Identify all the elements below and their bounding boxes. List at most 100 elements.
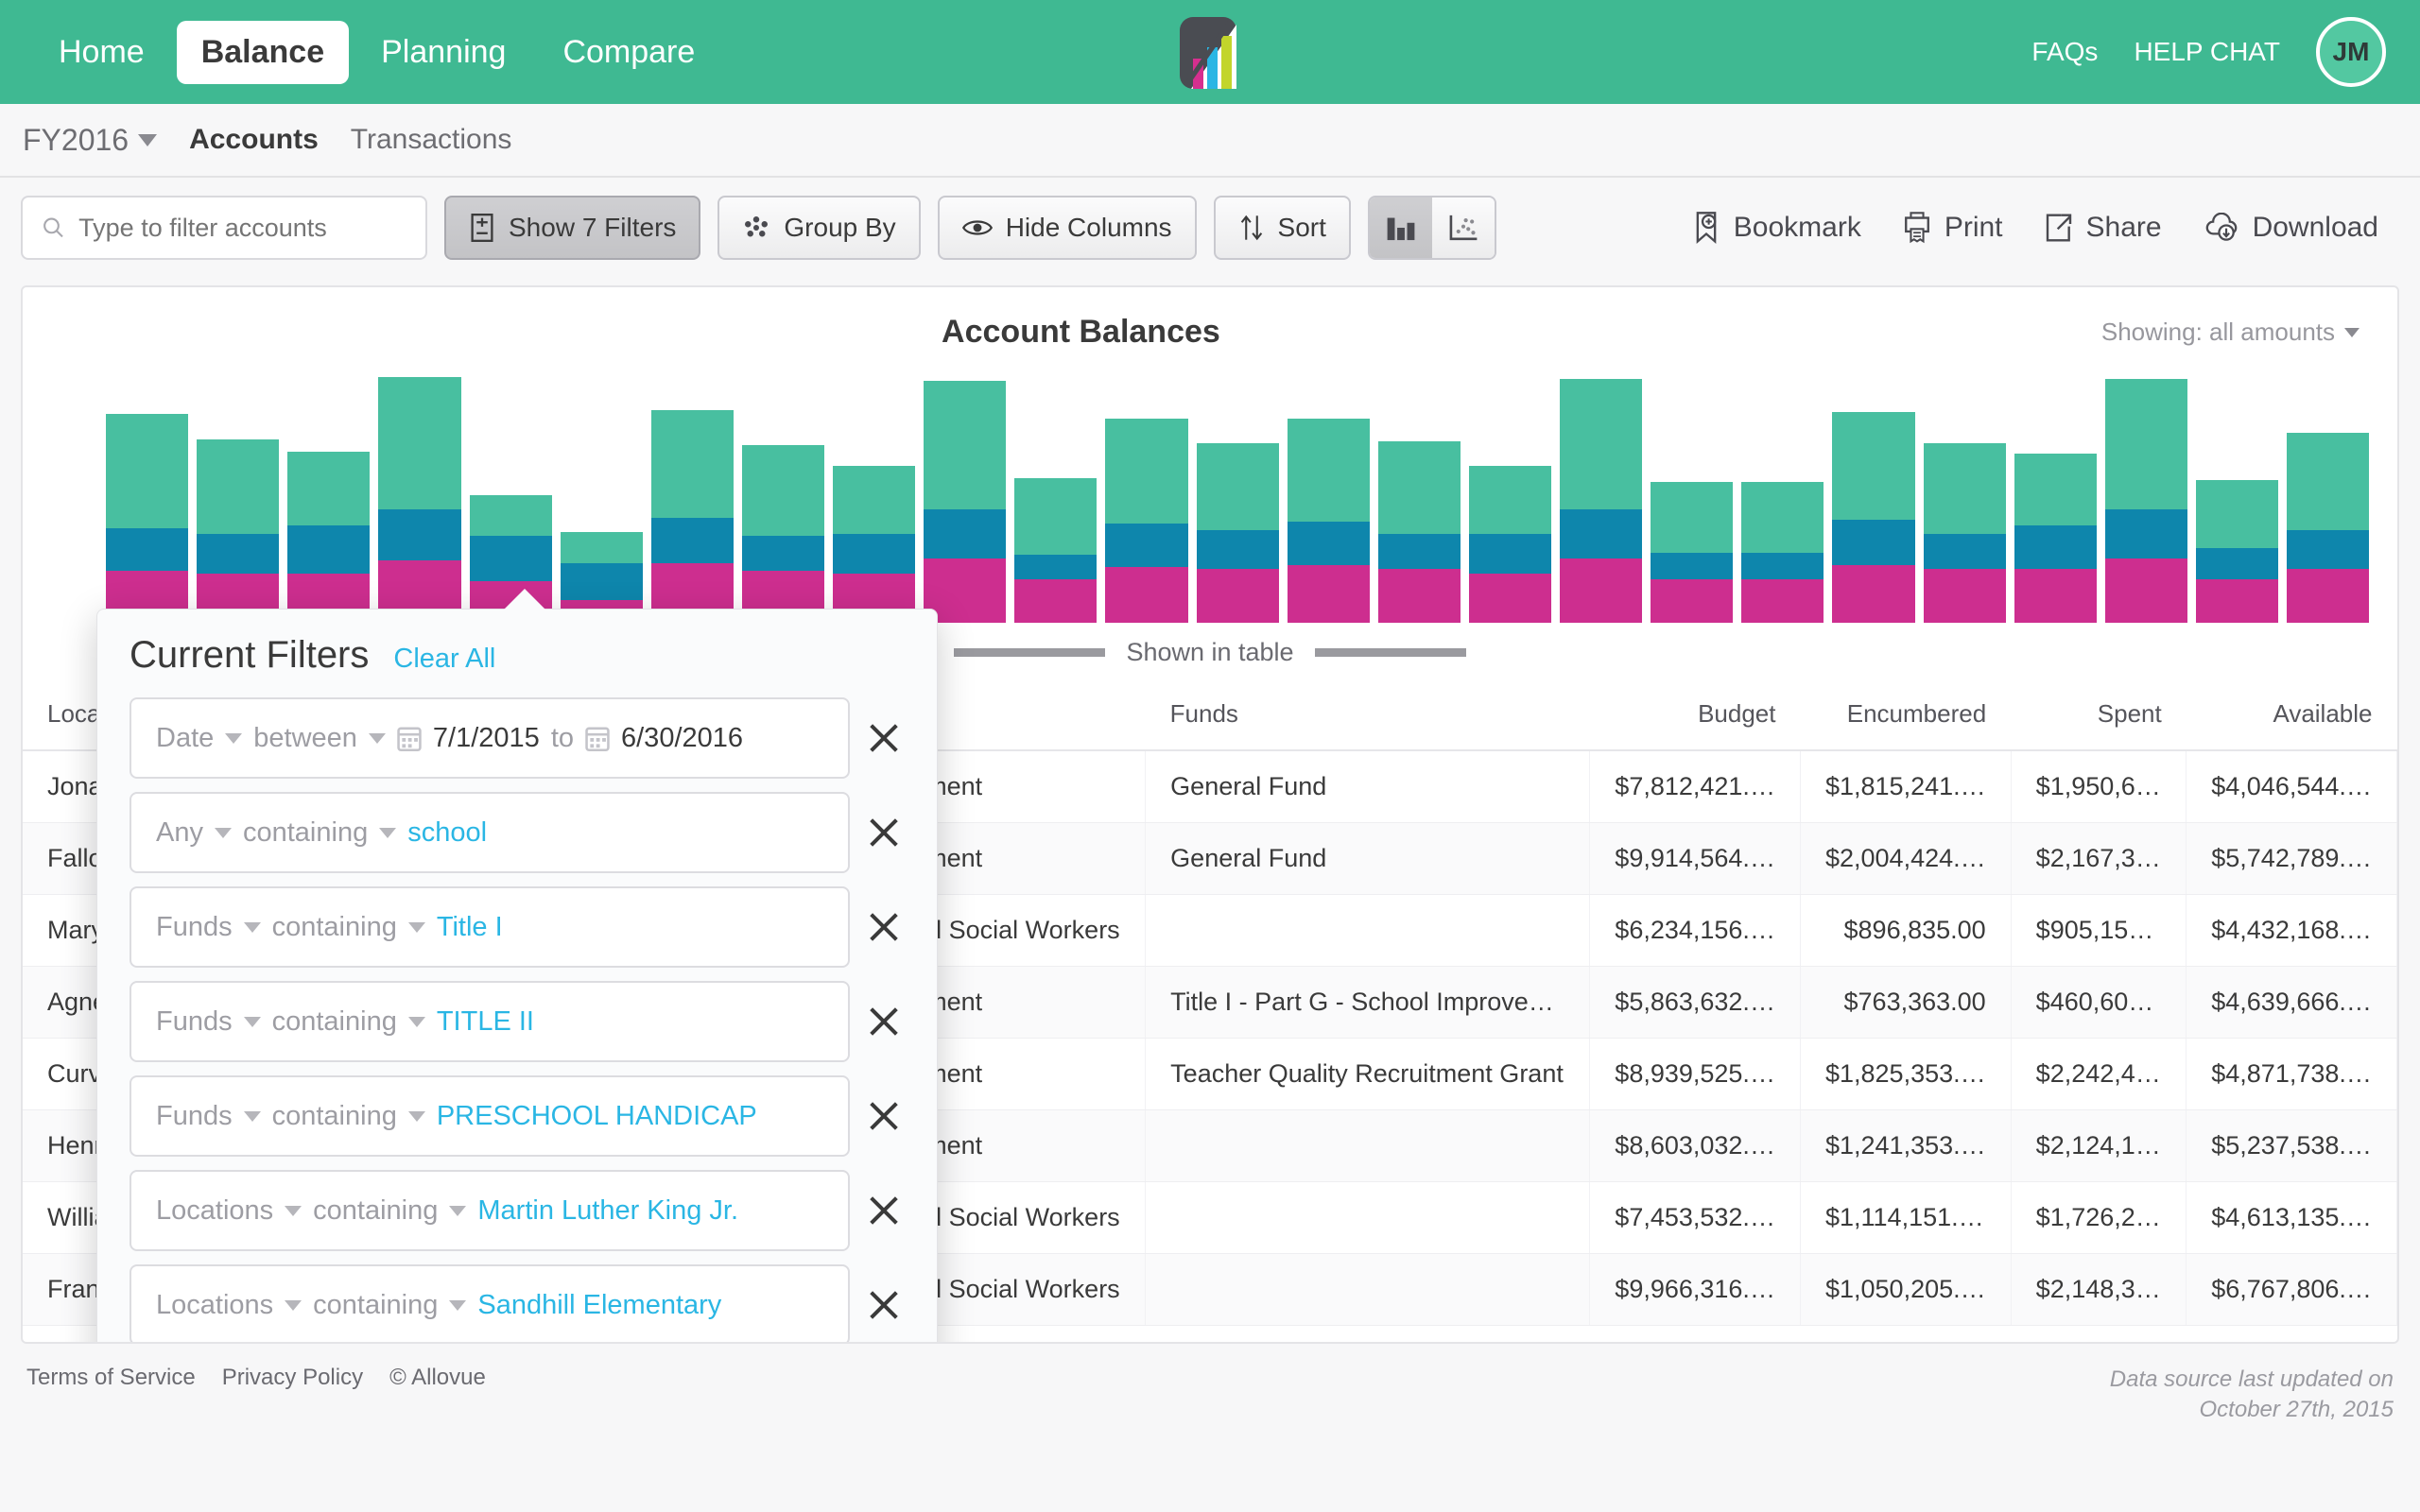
chevron-down-icon[interactable] bbox=[379, 827, 397, 838]
fiscal-year-select[interactable]: FY2016 bbox=[23, 123, 158, 158]
chart-bar[interactable] bbox=[2195, 480, 2278, 623]
remove-filter-button[interactable] bbox=[863, 906, 905, 948]
subnav-item-accounts[interactable]: Accounts bbox=[189, 124, 319, 156]
remove-filter-button[interactable] bbox=[863, 1001, 905, 1042]
chevron-down-icon[interactable] bbox=[214, 827, 232, 838]
column-header-funds[interactable]: Funds bbox=[1145, 679, 1590, 751]
scatter-plot-view-button[interactable] bbox=[1431, 198, 1495, 258]
chart-bar[interactable] bbox=[1014, 478, 1098, 623]
nav-item-home[interactable]: Home bbox=[34, 21, 169, 84]
chart-bar[interactable] bbox=[197, 438, 280, 623]
filter-field-label[interactable]: Locations bbox=[156, 1195, 273, 1227]
sort-button[interactable]: Sort bbox=[1213, 196, 1351, 260]
filter-value[interactable]: Title I bbox=[437, 912, 503, 943]
chevron-down-icon[interactable] bbox=[449, 1205, 467, 1216]
filter-box[interactable]: Locations containing Martin Luther King … bbox=[130, 1170, 850, 1251]
chevron-down-icon[interactable] bbox=[285, 1205, 302, 1216]
filter-operator-label[interactable]: containing bbox=[272, 1006, 397, 1038]
filter-field-label[interactable]: Funds bbox=[156, 1101, 233, 1132]
filter-field-label[interactable]: Funds bbox=[156, 912, 233, 943]
chart-bar[interactable] bbox=[833, 465, 916, 623]
filter-operator-label[interactable]: containing bbox=[272, 1101, 397, 1132]
chart-bar[interactable] bbox=[2287, 433, 2370, 623]
search-box[interactable] bbox=[21, 196, 427, 260]
filter-box[interactable]: Any containing school bbox=[130, 792, 850, 873]
chevron-down-icon[interactable] bbox=[407, 1016, 425, 1027]
print-button[interactable]: Print bbox=[1903, 212, 2003, 244]
chevron-down-icon[interactable] bbox=[243, 1110, 261, 1122]
chart-bar[interactable] bbox=[924, 381, 1007, 623]
remove-filter-button[interactable] bbox=[863, 1284, 905, 1326]
filter-operator-label[interactable]: containing bbox=[272, 912, 397, 943]
chevron-down-icon[interactable] bbox=[449, 1299, 467, 1311]
chart-bar[interactable] bbox=[2104, 379, 2187, 623]
filter-box[interactable]: Funds containing Title I bbox=[130, 886, 850, 968]
filter-operator-label[interactable]: between bbox=[253, 723, 357, 754]
show-filters-button[interactable]: Show 7 Filters bbox=[444, 196, 701, 260]
bookmark-button[interactable]: Bookmark bbox=[1692, 212, 1861, 244]
filter-operator-label[interactable]: containing bbox=[313, 1195, 438, 1227]
filter-value-end[interactable]: 6/30/2016 bbox=[621, 723, 743, 754]
chevron-down-icon[interactable] bbox=[368, 732, 386, 744]
filter-value[interactable]: Martin Luther King Jr. bbox=[477, 1195, 738, 1227]
filter-value[interactable]: PRESCHOOL HANDICAP bbox=[437, 1101, 757, 1132]
chart-bar[interactable] bbox=[1832, 412, 1915, 623]
filter-field-label[interactable]: Date bbox=[156, 723, 214, 754]
chevron-down-icon[interactable] bbox=[407, 1110, 425, 1122]
filter-box[interactable]: Locations containing Sandhill Elementary bbox=[130, 1264, 850, 1342]
chart-bar[interactable] bbox=[378, 377, 461, 623]
chart-bar[interactable] bbox=[650, 409, 734, 623]
group-by-button[interactable]: Group By bbox=[717, 196, 921, 260]
remove-filter-button[interactable] bbox=[863, 1190, 905, 1231]
filter-field-label[interactable]: Locations bbox=[156, 1290, 273, 1321]
privacy-policy-link[interactable]: Privacy Policy bbox=[222, 1365, 363, 1391]
column-header-encumbered[interactable]: Encumbered bbox=[1800, 679, 2012, 751]
chevron-down-icon[interactable] bbox=[225, 732, 243, 744]
help-chat-link[interactable]: HELP CHAT bbox=[2134, 37, 2280, 67]
filter-field-label[interactable]: Any bbox=[156, 817, 203, 849]
chart-bar[interactable] bbox=[2014, 453, 2097, 623]
subnav-item-transactions[interactable]: Transactions bbox=[351, 124, 512, 156]
remove-filter-button[interactable] bbox=[863, 812, 905, 853]
chart-bar[interactable] bbox=[1741, 482, 1824, 623]
chart-bar[interactable] bbox=[1196, 442, 1279, 623]
chart-bar[interactable] bbox=[106, 414, 189, 623]
chart-bar[interactable] bbox=[1287, 418, 1370, 623]
filter-box[interactable]: Date between 7/1/2015 to 6/30/2016 bbox=[130, 697, 850, 779]
chevron-down-icon[interactable] bbox=[285, 1299, 302, 1311]
faqs-link[interactable]: FAQs bbox=[2031, 37, 2098, 67]
nav-item-compare[interactable]: Compare bbox=[538, 21, 719, 84]
search-input[interactable] bbox=[78, 213, 406, 243]
chevron-down-icon[interactable] bbox=[243, 1016, 261, 1027]
chart-bar[interactable] bbox=[1923, 442, 2006, 623]
terms-of-service-link[interactable]: Terms of Service bbox=[26, 1365, 196, 1391]
remove-filter-button[interactable] bbox=[863, 717, 905, 759]
filter-value[interactable]: school bbox=[407, 817, 487, 849]
hide-columns-button[interactable]: Hide Columns bbox=[937, 196, 1197, 260]
chart-bar[interactable] bbox=[1377, 440, 1461, 623]
filter-operator-label[interactable]: containing bbox=[243, 817, 368, 849]
bar-chart-view-button[interactable] bbox=[1369, 198, 1432, 258]
filter-box[interactable]: Funds containing TITLE II bbox=[130, 981, 850, 1062]
allovue-logo-icon[interactable] bbox=[1176, 17, 1244, 89]
filter-box[interactable]: Funds containing PRESCHOOL HANDICAP bbox=[130, 1075, 850, 1157]
chart-bar[interactable] bbox=[1468, 465, 1551, 623]
column-header-spent[interactable]: Spent bbox=[2011, 679, 2187, 751]
nav-item-balance[interactable]: Balance bbox=[176, 20, 350, 84]
filter-field-label[interactable]: Funds bbox=[156, 1006, 233, 1038]
column-header-available[interactable]: Available bbox=[2186, 679, 2397, 751]
nav-item-planning[interactable]: Planning bbox=[356, 21, 530, 84]
chart-bar[interactable] bbox=[1651, 482, 1734, 623]
chart-bar[interactable] bbox=[741, 445, 824, 623]
chevron-down-icon[interactable] bbox=[243, 921, 261, 933]
chart-bar[interactable] bbox=[1105, 418, 1188, 623]
chart-bar[interactable] bbox=[287, 451, 371, 623]
download-button[interactable]: Download bbox=[2204, 212, 2378, 244]
account-balances-chart[interactable] bbox=[23, 368, 2397, 623]
share-button[interactable]: Share bbox=[2045, 212, 2162, 244]
clear-all-button[interactable]: Clear All bbox=[393, 644, 495, 675]
filter-value-start[interactable]: 7/1/2015 bbox=[433, 723, 540, 754]
column-header-budget[interactable]: Budget bbox=[1589, 679, 1801, 751]
chart-bar[interactable] bbox=[1560, 379, 1643, 623]
avatar[interactable]: JM bbox=[2316, 17, 2386, 87]
